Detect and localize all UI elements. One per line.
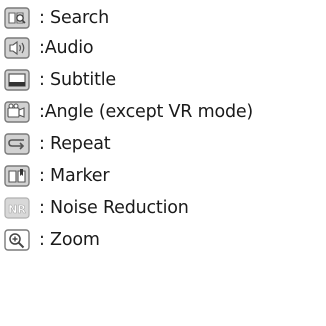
legend-item-noise-reduction: NR : Noise Reduction — [4, 194, 189, 222]
audio-icon — [4, 35, 30, 61]
search-icon — [4, 5, 30, 31]
legend-label: : Marker — [39, 166, 110, 186]
legend-label: : Zoom — [39, 230, 100, 250]
legend-label: : Repeat — [39, 134, 111, 154]
repeat-icon — [4, 131, 30, 157]
noise-reduction-icon: NR — [4, 195, 30, 221]
legend-item-subtitle: : Subtitle — [4, 66, 116, 94]
zoom-icon — [4, 227, 30, 253]
legend-label: : Subtitle — [39, 70, 116, 90]
legend-item-marker: : Marker — [4, 162, 110, 190]
legend-item-zoom: : Zoom — [4, 226, 100, 254]
legend-label: :Audio — [39, 38, 94, 58]
marker-icon — [4, 163, 30, 189]
legend-label: : Search — [39, 8, 109, 28]
legend-label: :Angle (except VR mode) — [39, 102, 254, 122]
legend-label: : Noise Reduction — [39, 198, 189, 218]
noise-reduction-icon-text: NR — [8, 203, 26, 216]
legend-item-search: : Search — [4, 4, 109, 32]
angle-icon — [4, 99, 30, 125]
subtitle-icon — [4, 67, 30, 93]
legend-item-repeat: : Repeat — [4, 130, 111, 158]
legend-item-angle: :Angle (except VR mode) — [4, 98, 253, 126]
legend-item-audio: :Audio — [4, 34, 94, 62]
